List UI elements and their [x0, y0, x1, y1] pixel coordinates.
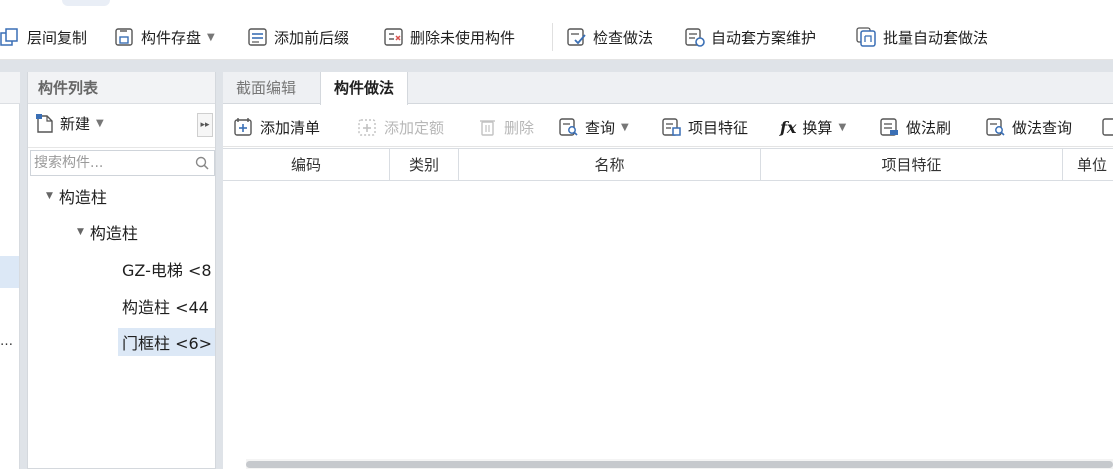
- tree-node-root[interactable]: ▼ 构造柱: [46, 182, 107, 210]
- floor-copy-button[interactable]: 层间复制: [0, 24, 87, 50]
- tree-node-label: GZ-电梯 <8: [122, 261, 212, 280]
- triangle-down-icon[interactable]: ▼: [77, 227, 84, 237]
- trash-icon: [480, 120, 495, 136]
- tree-node-gz-elevator[interactable]: GZ-电梯 <8: [122, 255, 215, 283]
- tree-node-door-frame-column[interactable]: 门框柱 <6>: [118, 328, 215, 356]
- tab-ghost: [62, 0, 110, 6]
- toolbar-separator: [552, 23, 553, 51]
- query-button[interactable]: 查询 ▼: [558, 114, 629, 140]
- tree-node-label: 构造柱 <44: [122, 298, 209, 317]
- column-header-unit[interactable]: 单位: [1063, 149, 1113, 181]
- delete-unused-icon: [384, 28, 403, 46]
- column-header-name[interactable]: 名称: [459, 149, 761, 181]
- tree-node-constructional-column[interactable]: 构造柱 <44: [122, 292, 215, 320]
- tree-node-label: 构造柱: [89, 224, 138, 243]
- function-icon: fx: [780, 117, 797, 137]
- method-brush-button[interactable]: 做法刷: [879, 114, 951, 140]
- new-component-button[interactable]: 新建 ▼: [36, 113, 104, 134]
- method-query-icon: [986, 118, 1005, 136]
- expand-panel-icon[interactable]: ▸▸: [197, 113, 213, 137]
- chevron-down-icon[interactable]: ▼: [96, 118, 104, 129]
- delete-unused-button[interactable]: 删除未使用构件: [383, 24, 515, 50]
- tree-node-label: 门框柱 <6>: [122, 334, 213, 353]
- main-tabs: 截面编辑 构件做法: [223, 72, 1113, 105]
- add-list-icon: [234, 118, 252, 136]
- method-brush-icon: [880, 118, 898, 136]
- main-toolbar: 层间复制 构件存盘 ▼ 添加前后缀 删除未使用构件 检查做法 自动套方案维护 批…: [0, 14, 1113, 60]
- component-search-box[interactable]: [30, 150, 215, 176]
- auto-scheme-label: 自动套方案维护: [711, 28, 817, 47]
- method-query-button[interactable]: 做法查询: [985, 114, 1072, 140]
- tab-section-edit[interactable]: 截面编辑: [223, 72, 309, 104]
- add-prefix-suffix-label: 添加前后缀: [274, 28, 350, 47]
- scrollbar-thumb[interactable]: [246, 461, 1113, 468]
- component-list-toolbar: 新建 ▼ ▸▸: [28, 104, 215, 148]
- add-list-label: 添加清单: [260, 118, 321, 137]
- top-strip: [0, 0, 1113, 14]
- horizontal-scrollbar[interactable]: [246, 459, 1113, 469]
- new-document-icon: [36, 113, 53, 133]
- delete-label: 删除: [504, 118, 535, 137]
- left-panel-strip: …: [0, 72, 20, 469]
- check-method-icon: [567, 28, 586, 46]
- batch-auto-icon: [856, 27, 876, 47]
- tab-component-method[interactable]: 构件做法: [320, 72, 409, 105]
- new-component-label: 新建: [60, 115, 91, 133]
- triangle-down-icon[interactable]: ▼: [46, 191, 53, 201]
- chevron-down-icon[interactable]: ▼: [621, 122, 629, 133]
- save-component-label: 构件存盘: [141, 28, 202, 47]
- method-grid-header: 编码 类别 名称 项目特征 单位: [223, 148, 1113, 181]
- left-panel-ellipsis: …: [0, 334, 13, 349]
- left-panel-selected-row[interactable]: [0, 256, 19, 288]
- item-features-label: 项目特征: [688, 118, 749, 137]
- check-method-label: 检查做法: [593, 28, 654, 47]
- save-icon: [115, 28, 133, 46]
- method-query-label: 做法查询: [1012, 118, 1073, 137]
- auto-scheme-icon: [685, 28, 705, 47]
- more-tools-icon: [1102, 118, 1113, 136]
- panel-splitter[interactable]: [20, 72, 27, 469]
- column-header-category[interactable]: 类别: [390, 149, 459, 181]
- add-prefix-suffix-button[interactable]: 添加前后缀: [247, 24, 349, 50]
- add-quota-icon: [358, 119, 376, 136]
- query-icon: [559, 118, 578, 136]
- chevron-down-icon[interactable]: ▼: [207, 32, 215, 43]
- item-features-icon: [662, 118, 681, 136]
- delete-unused-label: 删除未使用构件: [410, 28, 516, 47]
- prefix-suffix-icon: [248, 28, 267, 46]
- check-method-button[interactable]: 检查做法: [566, 24, 653, 50]
- component-list-title: 构件列表: [28, 72, 215, 104]
- add-quota-button[interactable]: 添加定额: [357, 114, 444, 140]
- left-panel-header: [0, 72, 20, 104]
- delete-button[interactable]: 删除: [477, 114, 534, 140]
- more-tools-icon[interactable]: [1101, 114, 1113, 140]
- tree-node-group[interactable]: ▼ 构造柱: [77, 218, 138, 246]
- item-features-button[interactable]: 项目特征: [661, 114, 748, 140]
- query-label: 查询: [585, 118, 616, 137]
- tree-node-label: 构造柱: [58, 188, 107, 207]
- auto-scheme-button[interactable]: 自动套方案维护: [684, 24, 816, 50]
- add-list-button[interactable]: 添加清单: [233, 114, 320, 140]
- component-search-input[interactable]: [31, 151, 191, 175]
- search-icon[interactable]: [195, 156, 209, 170]
- method-toolbar: 添加清单 添加定额 删除 查询 ▼ 项目特征 fx 换算 ▼ 做法刷 做法查询: [223, 105, 1113, 147]
- add-quota-label: 添加定额: [384, 118, 445, 137]
- calc-label: 换算: [802, 118, 833, 137]
- column-header-code[interactable]: 编码: [223, 149, 390, 181]
- chevron-down-icon[interactable]: ▼: [838, 122, 846, 133]
- copy-icon: [0, 28, 18, 46]
- save-component-button[interactable]: 构件存盘 ▼: [114, 24, 215, 50]
- column-header-item-features[interactable]: 项目特征: [761, 149, 1063, 181]
- component-list-panel: 构件列表 新建 ▼ ▸▸ ▼ 构造柱 ▼ 构造柱 GZ-电梯 <8: [27, 72, 216, 469]
- component-method-panel: 截面编辑 构件做法 添加清单 添加定额 删除 查询 ▼ 项目特征 fx 换算 ▼…: [223, 72, 1113, 469]
- floor-copy-label: 层间复制: [27, 28, 88, 47]
- calc-button[interactable]: fx 换算 ▼: [780, 114, 846, 140]
- batch-auto-method-button[interactable]: 批量自动套做法: [856, 24, 988, 50]
- panel-gap: [0, 60, 1113, 72]
- panel-splitter[interactable]: [216, 72, 223, 469]
- method-brush-label: 做法刷: [906, 118, 952, 137]
- batch-auto-method-label: 批量自动套做法: [883, 28, 989, 47]
